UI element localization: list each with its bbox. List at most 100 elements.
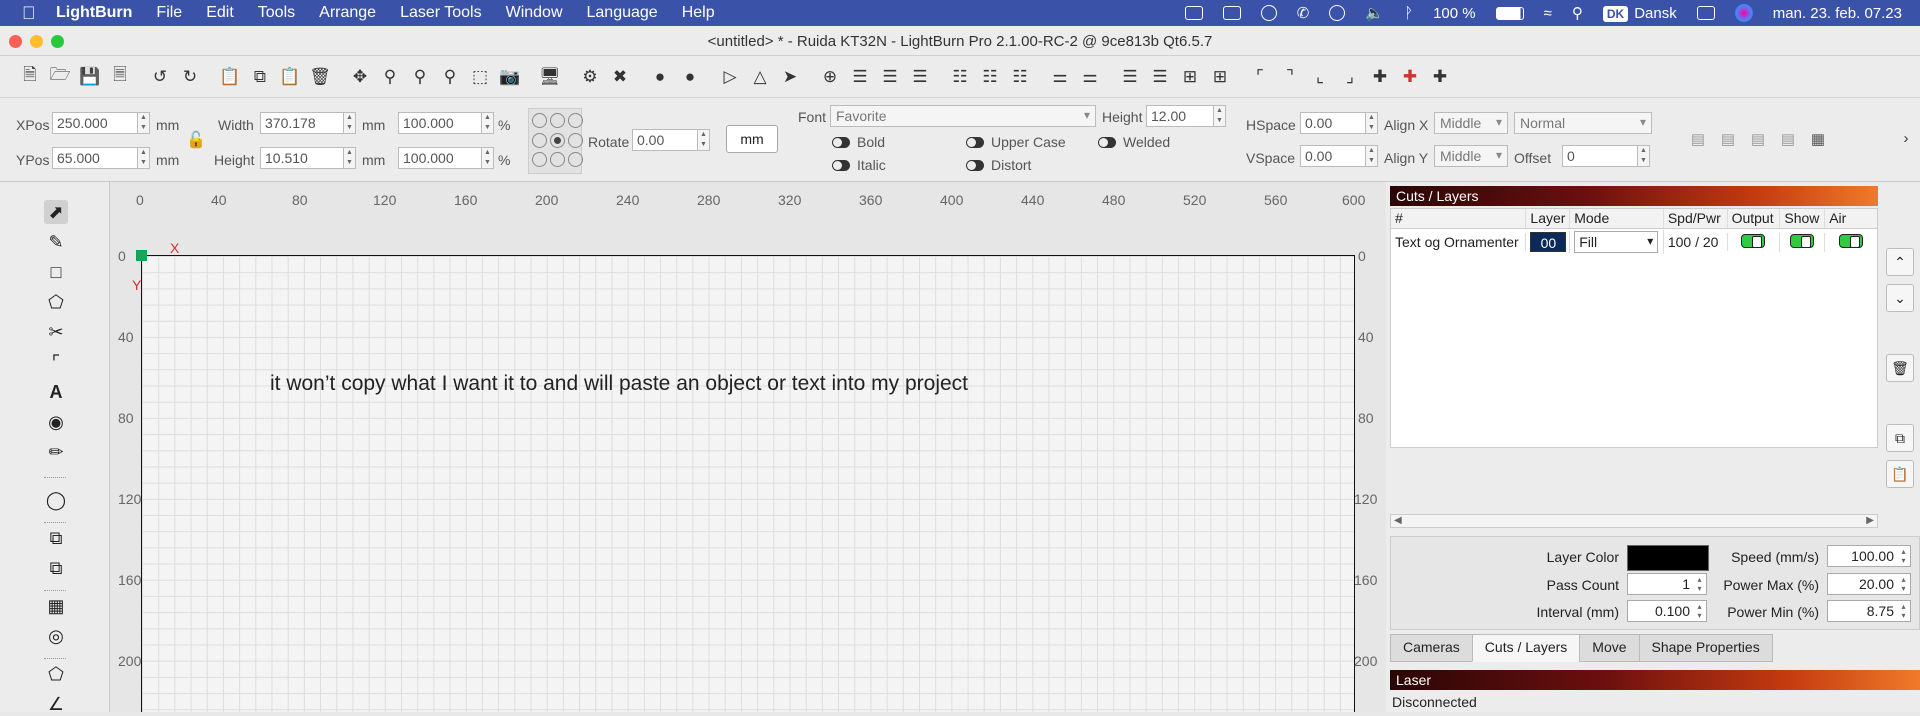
scissors-tool-icon[interactable]: ✂ <box>44 320 68 344</box>
anchor-top-left[interactable] <box>532 113 547 128</box>
group-icon[interactable]: ● <box>648 65 672 89</box>
text-align-left-icon[interactable]: ▤ <box>1688 130 1708 148</box>
hspace-input[interactable]: 0.00 <box>1300 112 1366 134</box>
window-icon[interactable] <box>1222 6 1241 20</box>
wifi-icon[interactable]: ≈ <box>1544 5 1552 22</box>
scroll-left-icon[interactable]: ◀ <box>1394 515 1402 526</box>
anchor-middle-right[interactable] <box>568 132 583 148</box>
move-layer-up-button[interactable]: ⌃ <box>1886 248 1914 276</box>
bold-toggle[interactable] <box>832 137 850 148</box>
col-output[interactable]: Output <box>1728 209 1781 228</box>
position-pin-icon[interactable]: ◉ <box>44 410 68 434</box>
unit-toggle-button[interactable]: mm <box>726 125 778 153</box>
anchor-bottom-left[interactable] <box>532 152 547 168</box>
dock-v-icon[interactable]: ⊞ <box>1208 65 1232 89</box>
align-left-icon[interactable]: ☰ <box>848 65 872 89</box>
phone-icon[interactable]: ✆ <box>1297 4 1310 22</box>
output-toggle[interactable] <box>1741 233 1766 248</box>
menu-arrange[interactable]: Arrange <box>319 4 376 22</box>
text-align-center-icon[interactable]: ▤ <box>1718 130 1738 148</box>
vspace-input[interactable]: 0.00 <box>1300 145 1366 167</box>
lock-icon[interactable]: 🔓 <box>186 130 206 150</box>
col-show[interactable]: Show <box>1780 209 1826 228</box>
scripts-icon[interactable] <box>1184 6 1203 20</box>
scroll-right-icon[interactable]: ▶ <box>1866 515 1874 526</box>
xpos-input[interactable]: 250.000 <box>52 112 138 134</box>
new-file-icon[interactable]: 🗎 <box>18 65 42 89</box>
aligny-select[interactable]: Middle <box>1434 145 1508 167</box>
width-spinner[interactable]: ▲ ▼ <box>344 112 356 134</box>
height-spinner[interactable]: ▲ ▼ <box>344 147 356 169</box>
anchor-center[interactable] <box>550 132 565 148</box>
open-file-icon[interactable]: 🗁 <box>48 65 72 89</box>
anchor-top-right[interactable] <box>568 113 583 128</box>
circular-array-icon[interactable]: ◎ <box>44 624 68 648</box>
center-laser-icon[interactable]: ✚ <box>1398 65 1422 89</box>
welded-toggle[interactable] <box>1098 137 1116 148</box>
anchor-bottom-right[interactable] <box>568 152 583 168</box>
speed-input[interactable]: 100.00 <box>1827 545 1911 567</box>
table-row[interactable]: Text og Ornamenter 00 Fill 100 / 20 <box>1391 229 1877 255</box>
work-area[interactable] <box>141 255 1355 712</box>
airplay-icon[interactable] <box>1329 5 1346 21</box>
text-style-select[interactable]: Normal <box>1514 112 1652 134</box>
battery-icon[interactable] <box>1495 6 1524 20</box>
anchor-point-selector[interactable] <box>528 108 583 174</box>
menu-app[interactable]: LightBurn <box>56 4 132 22</box>
path-edit-icon[interactable]: ⬠ <box>44 662 68 686</box>
save-icon[interactable]: 💾 <box>78 65 102 89</box>
redo-icon[interactable]: ↻ <box>178 65 202 89</box>
offset-input[interactable]: 0 <box>1562 145 1638 167</box>
tab-move[interactable]: Move <box>1579 634 1640 662</box>
anchor-bottom-center[interactable] <box>550 152 565 168</box>
align-right-icon[interactable]: ☰ <box>908 65 932 89</box>
layers-horizontal-scrollbar[interactable]: ◀ ▶ <box>1390 514 1878 528</box>
space-h-icon[interactable]: ☰ <box>1118 65 1142 89</box>
interval-input[interactable]: 0.100 <box>1627 600 1707 622</box>
select-tool-icon[interactable]: ⬈ <box>44 200 68 224</box>
power-min-input[interactable]: 8.75 <box>1827 600 1911 622</box>
menu-tools[interactable]: Tools <box>258 4 295 22</box>
scale-width-spinner[interactable]: ▲ ▼ <box>482 112 494 134</box>
menu-edit[interactable]: Edit <box>206 4 234 22</box>
zoom-fit-icon[interactable]: ⚲ <box>408 65 432 89</box>
alignx-select[interactable]: Middle <box>1434 112 1508 134</box>
keyboard-input-menu[interactable]: DK Dansk <box>1602 5 1677 22</box>
canvas-text-object[interactable]: it won’t copy what I want it to and will… <box>270 372 968 396</box>
boolean-subtract-icon[interactable]: ⧉ <box>44 556 68 580</box>
boolean-union-icon[interactable]: ⧉ <box>44 526 68 550</box>
pass-count-input[interactable]: 1 <box>1627 573 1707 595</box>
volume-icon[interactable]: 🔈 <box>1365 4 1384 22</box>
layer-color-chip[interactable]: 00 <box>1530 232 1567 252</box>
vspace-spinner[interactable]: ▲ ▼ <box>1366 145 1378 167</box>
rectangle-tool-icon[interactable]: □ <box>44 260 68 284</box>
menu-laser-tools[interactable]: Laser Tools <box>400 4 482 22</box>
col-air[interactable]: Air <box>1825 209 1877 228</box>
font-height-input[interactable]: 12.00 <box>1146 105 1214 127</box>
dock-h-icon[interactable]: ⊞ <box>1178 65 1202 89</box>
target-icon[interactable]: ⊕ <box>818 65 842 89</box>
move-bottom-left-icon[interactable]: ⌞ <box>1308 65 1332 89</box>
offset-tool-icon[interactable]: ◯ <box>44 488 68 512</box>
anchor-middle-left[interactable] <box>532 132 547 148</box>
align-top-icon[interactable]: ☷ <box>948 65 972 89</box>
spotlight-icon[interactable]: ⚲ <box>1572 4 1583 22</box>
monitor-icon[interactable]: 🖥 <box>538 65 562 89</box>
cut-clipboard-icon[interactable]: 📋 <box>218 65 242 89</box>
expand-chevron-icon[interactable]: › <box>1896 130 1916 148</box>
move-top-right-icon[interactable]: ⌝ <box>1278 65 1302 89</box>
flip-horizontal-icon[interactable]: ▷ <box>718 65 742 89</box>
grid-array-icon[interactable]: ▦ <box>44 594 68 618</box>
ypos-input[interactable]: 65.000 <box>52 147 138 169</box>
copy-icon[interactable]: ⧉ <box>248 65 272 89</box>
siri-icon[interactable] <box>1734 4 1753 22</box>
layer-color-swatch[interactable] <box>1627 545 1709 571</box>
delete-icon[interactable]: 🗑 <box>308 65 332 89</box>
col-layer[interactable]: Layer <box>1526 209 1571 228</box>
tab-cameras[interactable]: Cameras <box>1390 634 1473 662</box>
scale-height-spinner[interactable]: ▲ ▼ <box>482 147 494 169</box>
camera-icon[interactable]: 📷 <box>498 65 522 89</box>
pen-tool-icon[interactable]: ✎ <box>44 230 68 254</box>
ungroup-icon[interactable]: ● <box>678 65 702 89</box>
distribute-v-icon[interactable]: ⚌ <box>1078 65 1102 89</box>
